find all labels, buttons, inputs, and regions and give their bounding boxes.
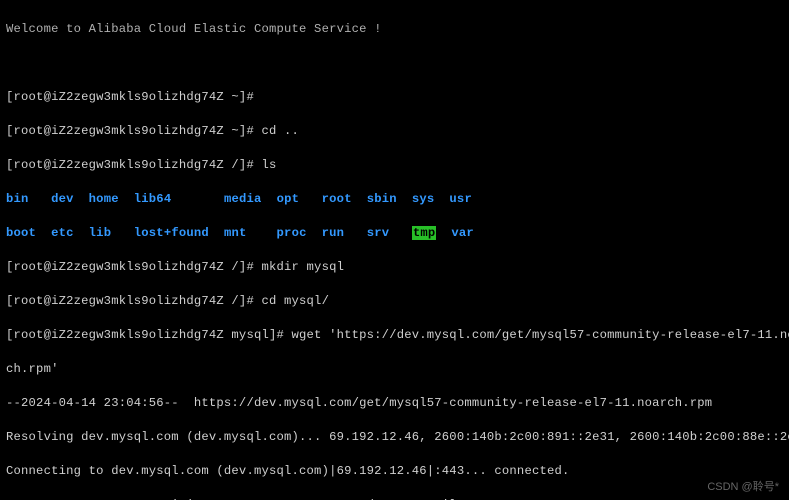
dir-lostfound: lost+found	[134, 226, 209, 240]
blank-line	[6, 55, 783, 72]
wget-line-3: Connecting to dev.mysql.com (dev.mysql.c…	[6, 463, 783, 480]
dir-usr: usr	[449, 192, 472, 206]
dir-etc: etc	[51, 226, 74, 240]
dir-sbin: sbin	[367, 192, 397, 206]
dir-srv: srv	[367, 226, 390, 240]
prompt-ls: [root@iZ2zegw3mkls9olizhdg74Z /]# ls	[6, 157, 783, 174]
ls-output-row2: boot etc lib lost+found mnt proc run srv…	[6, 225, 783, 242]
dir-lib: lib	[89, 226, 112, 240]
dir-run: run	[322, 226, 345, 240]
dir-lib64: lib64	[134, 192, 172, 206]
terminal-window[interactable]: Welcome to Alibaba Cloud Elastic Compute…	[0, 0, 789, 500]
dir-var: var	[451, 226, 474, 240]
dir-bin: bin	[6, 192, 29, 206]
dir-opt: opt	[277, 192, 300, 206]
dir-media: media	[224, 192, 262, 206]
dir-mnt: mnt	[224, 226, 247, 240]
prompt-cd-up: [root@iZ2zegw3mkls9olizhdg74Z ~]# cd ..	[6, 123, 783, 140]
dir-tmp: tmp	[412, 226, 437, 240]
prompt-home-1: [root@iZ2zegw3mkls9olizhdg74Z ~]#	[6, 89, 783, 106]
dir-sys: sys	[412, 192, 435, 206]
prompt-cd-mysql: [root@iZ2zegw3mkls9olizhdg74Z /]# cd mys…	[6, 293, 783, 310]
prompt-mkdir: [root@iZ2zegw3mkls9olizhdg74Z /]# mkdir …	[6, 259, 783, 276]
wget-line-1: --2024-04-14 23:04:56-- https://dev.mysq…	[6, 395, 783, 412]
dir-home: home	[89, 192, 119, 206]
dir-dev: dev	[51, 192, 74, 206]
dir-root: root	[322, 192, 352, 206]
wget-line-2: Resolving dev.mysql.com (dev.mysql.com).…	[6, 429, 783, 446]
dir-proc: proc	[277, 226, 307, 240]
ls-output-row1: bin dev home lib64 media opt root sbin s…	[6, 191, 783, 208]
prompt-wget-2: ch.rpm'	[6, 361, 783, 378]
welcome-banner: Welcome to Alibaba Cloud Elastic Compute…	[6, 21, 783, 38]
dir-boot: boot	[6, 226, 36, 240]
prompt-wget-1: [root@iZ2zegw3mkls9olizhdg74Z mysql]# wg…	[6, 327, 783, 344]
watermark: CSDN @聆号*	[707, 478, 779, 494]
